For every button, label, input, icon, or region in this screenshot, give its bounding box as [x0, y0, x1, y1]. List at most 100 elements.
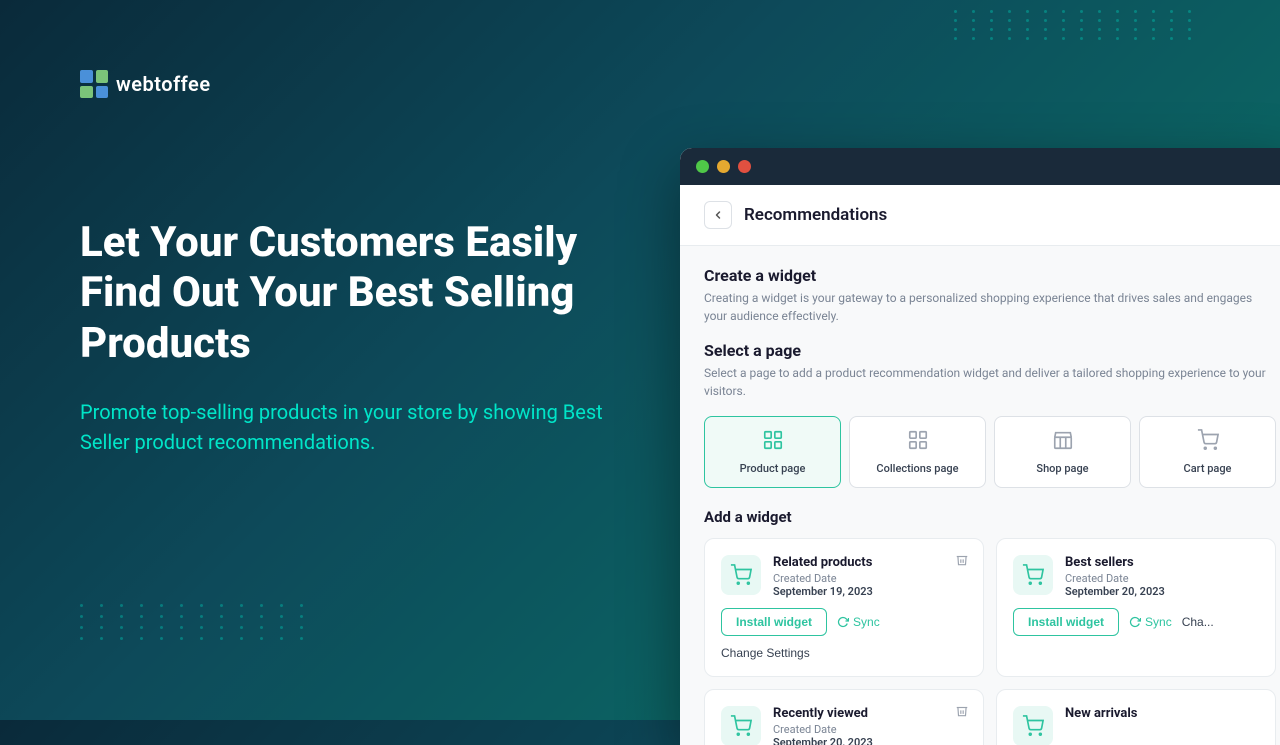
dot: [1044, 28, 1047, 31]
dot: [280, 626, 283, 629]
dot: [80, 637, 83, 640]
dot: [1026, 28, 1029, 31]
collections-page-icon: [907, 429, 929, 456]
dot: [300, 615, 303, 618]
dot: [1044, 10, 1047, 13]
widget-best-sellers-name: Best sellers: [1065, 555, 1259, 570]
dot: [160, 637, 163, 640]
page-title: Recommendations: [744, 205, 887, 225]
widget-card-related: Related products Created Date September …: [704, 538, 984, 677]
dot: [200, 637, 203, 640]
dot: [260, 604, 263, 607]
page-card-collections[interactable]: Collections page: [849, 416, 986, 488]
dot: [1026, 19, 1029, 22]
shop-page-icon: [1052, 429, 1074, 456]
widget-best-sellers-date-value: September 20, 2023: [1065, 585, 1259, 598]
dot: [1026, 10, 1029, 13]
dot: [140, 615, 143, 618]
install-widget-related-button[interactable]: Install widget: [721, 608, 827, 636]
widget-related-actions: Install widget Sync Change Settings: [721, 608, 967, 660]
widget-recently-viewed-delete[interactable]: [955, 704, 969, 722]
select-page-title: Select a page: [704, 341, 1276, 360]
widget-recently-viewed-header: Recently viewed Created Date September 2…: [721, 706, 967, 745]
dot: [1098, 37, 1101, 40]
dot: [260, 637, 263, 640]
dot: [100, 604, 103, 607]
dot: [80, 604, 83, 607]
dot: [140, 637, 143, 640]
change-settings-related-button[interactable]: Change Settings: [721, 646, 810, 660]
dot: [80, 626, 83, 629]
widget-best-sellers-header: Best sellers Created Date September 20, …: [1013, 555, 1259, 598]
dot: [240, 604, 243, 607]
dot: [120, 626, 123, 629]
dot: [240, 615, 243, 618]
change-settings-best-sellers-button[interactable]: Cha...: [1182, 615, 1214, 629]
widget-related-delete[interactable]: [955, 553, 969, 571]
dot: [1152, 37, 1155, 40]
widget-card-best-sellers: Best sellers Created Date September 20, …: [996, 538, 1276, 677]
page-card-product[interactable]: Product page: [704, 416, 841, 488]
browser-content: Recommendations Create a widget Creating…: [680, 185, 1280, 745]
headline: Let Your Customers Easily Find Out Your …: [80, 218, 630, 369]
dot: [1008, 28, 1011, 31]
dot: [1044, 37, 1047, 40]
dot: [160, 626, 163, 629]
logo-icon: [80, 70, 108, 98]
dot: [954, 19, 957, 22]
dot: [1008, 37, 1011, 40]
dot: [1008, 19, 1011, 22]
dot: [300, 626, 303, 629]
dot: [260, 626, 263, 629]
page-card-cart[interactable]: Cart page: [1139, 416, 1276, 488]
back-button[interactable]: [704, 201, 732, 229]
dot: [140, 604, 143, 607]
dot: [990, 10, 993, 13]
product-page-icon: [762, 429, 784, 456]
dot: [280, 637, 283, 640]
sync-best-sellers-button[interactable]: Sync: [1129, 615, 1172, 629]
dot: [1080, 37, 1083, 40]
dot: [180, 615, 183, 618]
dot: [1098, 10, 1101, 13]
widget-best-sellers-info: Best sellers Created Date September 20, …: [1065, 555, 1259, 598]
dot: [972, 19, 975, 22]
dot: [972, 28, 975, 31]
select-page-desc: Select a page to add a product recommend…: [704, 364, 1276, 400]
dot: [120, 637, 123, 640]
dot: [120, 615, 123, 618]
browser-window: Recommendations Create a widget Creating…: [680, 148, 1280, 745]
app-body: Create a widget Creating a widget is you…: [680, 246, 1280, 745]
dots-decoration-bottom: [80, 604, 312, 640]
dot: [220, 615, 223, 618]
dot: [1170, 37, 1173, 40]
dot: [1188, 28, 1191, 31]
dot: [1170, 28, 1173, 31]
dot: [1134, 10, 1137, 13]
widget-recently-viewed-date-value: September 20, 2023: [773, 736, 967, 745]
dot: [120, 604, 123, 607]
install-widget-best-sellers-button[interactable]: Install widget: [1013, 608, 1119, 636]
dot: [140, 626, 143, 629]
page-selector: Product page Collections page: [704, 416, 1276, 488]
dot: [180, 626, 183, 629]
dot: [240, 626, 243, 629]
dot: [1188, 10, 1191, 13]
widget-card-recently-viewed: Recently viewed Created Date September 2…: [704, 689, 984, 745]
dot: [1188, 19, 1191, 22]
widget-recently-viewed-name: Recently viewed: [773, 706, 967, 721]
dot: [240, 637, 243, 640]
dot: [220, 604, 223, 607]
widget-best-sellers-actions: Install widget Sync Cha...: [1013, 608, 1259, 636]
widget-best-sellers-icon-wrap: [1013, 555, 1053, 595]
dot: [1116, 10, 1119, 13]
widget-related-header: Related products Created Date September …: [721, 555, 967, 598]
page-card-shop[interactable]: Shop page: [994, 416, 1131, 488]
dot: [280, 604, 283, 607]
dot: [1134, 28, 1137, 31]
widget-recently-viewed-icon-wrap: [721, 706, 761, 745]
widget-recently-viewed-date-label: Created Date: [773, 723, 967, 736]
sync-related-button[interactable]: Sync: [837, 615, 880, 629]
widget-related-icon-wrap: [721, 555, 761, 595]
dot: [100, 626, 103, 629]
